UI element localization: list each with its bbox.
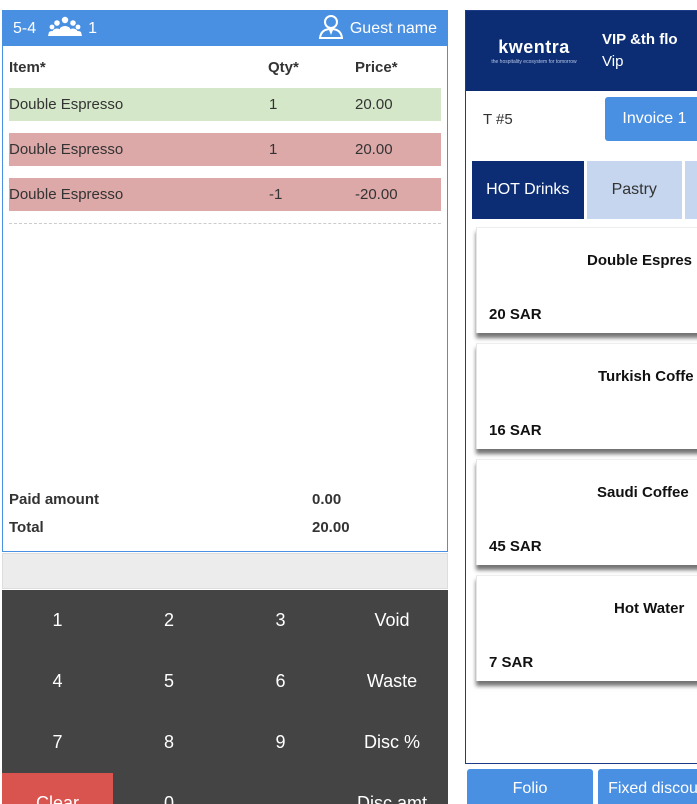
product-name: Double Espres [587, 252, 693, 269]
key-5[interactable]: 5 [113, 651, 225, 712]
venue-name: VIP &th flo [602, 31, 678, 48]
guest-count: 1 [88, 19, 98, 37]
menu-panel: kwentra the hospitality ecosystem for to… [465, 10, 697, 764]
order-row-price: 20.00 [355, 96, 393, 113]
kwentra-logo: kwentra the hospitality ecosystem for to… [466, 37, 602, 65]
key-6[interactable]: 6 [225, 651, 336, 712]
key-4[interactable]: 4 [2, 651, 113, 712]
venue-info: VIP &th flo Vip [602, 29, 678, 73]
column-item: Item* [9, 58, 46, 76]
key-3[interactable]: 3 [225, 590, 336, 651]
key-0[interactable]: 0 [113, 773, 225, 804]
key-9[interactable]: 9 [225, 712, 336, 773]
disc-percent-button[interactable]: Disc % [336, 712, 448, 773]
key-8[interactable]: 8 [113, 712, 225, 773]
category-tabs: HOT Drinks Pastry [466, 161, 697, 219]
order-header: 5-4 1 Guest name [3, 11, 447, 46]
guests-icon [48, 16, 83, 41]
order-row[interactable]: Double Espresso -1 -20.00 [9, 178, 441, 211]
brand-bar: kwentra the hospitality ecosystem for to… [466, 11, 697, 91]
order-row-price: 20.00 [355, 141, 393, 158]
tab-hot-drinks[interactable]: HOT Drinks [472, 161, 584, 219]
fixed-discount-button[interactable]: Fixed discou [598, 769, 697, 804]
table-number: 5-4 [13, 19, 37, 37]
ticket-number: T #5 [483, 110, 513, 128]
bottom-actions: Folio Fixed discou [467, 769, 697, 804]
order-row-qty: 1 [269, 96, 278, 113]
tab-more[interactable] [684, 161, 697, 219]
void-button[interactable]: Void [336, 590, 448, 651]
product-name: Saudi Coffee [597, 484, 689, 501]
key-7[interactable]: 7 [2, 712, 113, 773]
total-value: 20.00 [312, 518, 350, 536]
order-row-qty: -1 [269, 186, 283, 203]
invoice-button[interactable]: Invoice 1 [604, 97, 697, 141]
order-row-item: Double Espresso [9, 186, 124, 203]
paid-amount-label: Paid amount [9, 490, 100, 508]
product-price: 16 SAR [489, 422, 542, 439]
product-card[interactable]: Double Espres 20 SAR [476, 227, 697, 333]
total-label: Total [9, 518, 44, 536]
product-card[interactable]: Saudi Coffee 45 SAR [476, 459, 697, 565]
guest-name: Guest name [349, 19, 437, 37]
waste-button[interactable]: Waste [336, 651, 448, 712]
key-blank[interactable] [225, 773, 336, 804]
order-separator [9, 223, 441, 224]
logo-tagline: the hospitality ecosystem for tomorrow [491, 59, 577, 65]
order-row[interactable]: Double Espresso 1 20.00 [9, 88, 441, 121]
product-card[interactable]: Hot Water 7 SAR [476, 575, 697, 681]
guest-avatar-icon [318, 13, 344, 44]
order-row-item: Double Espresso [9, 96, 124, 113]
venue-type: Vip [602, 53, 624, 70]
column-price: Price* [355, 58, 398, 76]
order-column-headers: Item* Qty* Price* [3, 46, 447, 88]
product-name: Hot Water [614, 600, 685, 617]
product-list: Double Espres 20 SAR Turkish Coffe 16 SA… [466, 227, 697, 681]
product-price: 45 SAR [489, 538, 542, 555]
tab-pastry[interactable]: Pastry [586, 161, 682, 219]
folio-button[interactable]: Folio [467, 769, 593, 804]
order-row-price: -20.00 [355, 186, 398, 203]
paid-amount-value: 0.00 [312, 490, 342, 508]
keypad: 1 2 3 Void 4 5 6 Waste 7 8 9 Disc % Clea… [2, 590, 448, 804]
product-price: 20 SAR [489, 306, 542, 323]
logo-word: kwentra [498, 37, 570, 57]
key-1[interactable]: 1 [2, 590, 113, 651]
order-totals: Paid amount 0.00 Total 20.00 [9, 485, 429, 541]
pos-screen: 5-4 1 Guest name Item* Qty* Price* Doubl… [0, 0, 697, 804]
guest-name-button[interactable]: Guest name [318, 13, 437, 44]
order-row-qty: 1 [269, 141, 278, 158]
product-price: 7 SAR [489, 654, 534, 671]
key-2[interactable]: 2 [113, 590, 225, 651]
clear-button[interactable]: Clear [2, 773, 113, 804]
input-display-bar [2, 553, 448, 589]
order-row-item: Double Espresso [9, 141, 124, 158]
column-qty: Qty* [268, 58, 299, 76]
product-card[interactable]: Turkish Coffe 16 SAR [476, 343, 697, 449]
ticket-row: T #5 Invoice 1 [466, 91, 697, 147]
order-row[interactable]: Double Espresso 1 20.00 [9, 133, 441, 166]
order-panel: 5-4 1 Guest name Item* Qty* Price* Doubl… [2, 10, 448, 552]
disc-amount-button[interactable]: Disc amt [336, 773, 448, 804]
product-name: Turkish Coffe [598, 368, 694, 385]
